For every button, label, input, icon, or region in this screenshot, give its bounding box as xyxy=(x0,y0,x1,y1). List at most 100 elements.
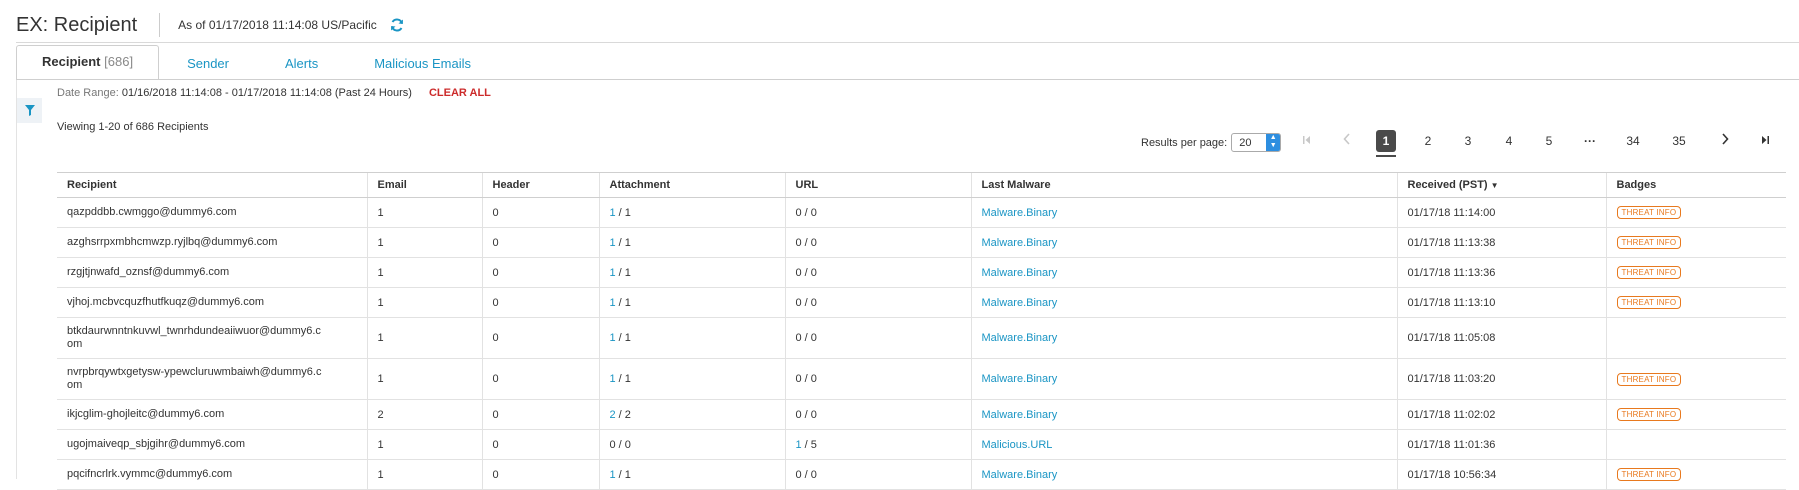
page-header: EX: Recipient As of 01/17/2018 11:14:08 … xyxy=(16,10,405,40)
refresh-icon[interactable] xyxy=(389,17,405,33)
recipient-email: ikjcglim-ghojleitc@dummy6.com xyxy=(67,408,225,420)
page-1[interactable]: 1 xyxy=(1376,130,1396,152)
table-row[interactable]: ikjcglim-ghojleitc@dummy6.com 2 0 2 / 20 / … xyxy=(57,399,1786,430)
cell-header-count: 0 xyxy=(481,227,599,258)
threat-info-badge[interactable]: THREAT INFO xyxy=(1616,296,1682,309)
header-divider-line xyxy=(16,42,1799,43)
recipient-email: nvrpbrqywtxgetysw-ypewcluruwmbaiwh@dummy… xyxy=(67,366,322,391)
page-4[interactable]: 4 xyxy=(1499,130,1519,152)
threat-info-badge[interactable]: THREAT INFO xyxy=(1616,468,1682,481)
cell-recipient: ugojmaiveqp_sbjgihr@dummy6.com xyxy=(57,429,367,460)
malware-link[interactable]: Malware.Binary xyxy=(982,373,1058,385)
page-34[interactable]: 34 xyxy=(1622,130,1644,152)
column-header-badges[interactable]: Badges xyxy=(1605,172,1786,198)
malware-link[interactable]: Malware.Binary xyxy=(982,297,1058,309)
column-header-url[interactable]: URL xyxy=(784,172,971,198)
cell-attachment: 1 / 1 xyxy=(598,227,785,258)
select-stepper-icon: ▲ ▼ xyxy=(1266,134,1281,151)
malware-link[interactable]: Malware.Binary xyxy=(982,237,1058,249)
tab-recipient[interactable]: Recipient [686] xyxy=(16,45,160,80)
table-row[interactable]: rzgjtjnwafd_oznsf@dummy6.com 1 0 1 / 10 / 0… xyxy=(57,257,1786,288)
cell-email-count: 1 xyxy=(366,358,482,400)
threat-info-badge[interactable]: THREAT INFO xyxy=(1616,408,1682,421)
table-row[interactable]: pqcifncrlrk.vymmc@dummy6.com 1 0 1 / 10 / 0… xyxy=(57,459,1786,490)
cell-received: 01/17/18 11:03:20 xyxy=(1396,358,1606,400)
tab-alerts[interactable]: Alerts xyxy=(257,48,346,80)
column-header-received[interactable]: Received (PST) ▼ xyxy=(1396,172,1606,198)
date-range: Date Range: 01/16/2018 11:14:08 - 01/17/… xyxy=(57,87,491,99)
cell-email-count: 1 xyxy=(366,197,482,228)
cell-recipient: qazpddbb.cwmggo@dummy6.com xyxy=(57,197,367,228)
column-header-header[interactable]: Header xyxy=(481,172,599,198)
url-total: / 0 xyxy=(801,408,817,421)
cell-received: 01/17/18 11:13:36 xyxy=(1396,257,1606,288)
table-row[interactable]: qazpddbb.cwmggo@dummy6.com 1 0 1 / 10 / 0 Ma… xyxy=(57,197,1786,228)
tab-sender[interactable]: Sender xyxy=(159,48,257,80)
threat-info-badge[interactable]: THREAT INFO xyxy=(1616,266,1682,279)
url-total: / 0 xyxy=(801,332,817,344)
cell-last-malware: Malware.Binary xyxy=(970,459,1397,490)
results-per-page-value: 20 xyxy=(1239,136,1252,149)
table-row[interactable]: vjhoj.mcbvcquzfhutfkuqz@dummy6.com 1 0 1 / … xyxy=(57,287,1786,318)
malware-link[interactable]: Malicious.URL xyxy=(982,439,1053,451)
cell-recipient: ikjcglim-ghojleitc@dummy6.com xyxy=(57,399,367,430)
sort-desc-icon: ▼ xyxy=(1490,181,1499,190)
tabs-divider-line xyxy=(16,79,1799,80)
malware-link[interactable]: Malware.Binary xyxy=(982,332,1058,344)
filter-icon xyxy=(24,105,35,116)
table-row[interactable]: azghsrrpxmbhcmwzp.ryjlbq@dummy6.com 1 0 1 /… xyxy=(57,227,1786,258)
results-per-page-select[interactable]: 20 ▲ ▼ xyxy=(1231,133,1282,152)
column-header-attachment[interactable]: Attachment xyxy=(598,172,785,198)
attachment-total: / 2 xyxy=(615,408,631,421)
filter-button[interactable] xyxy=(17,98,42,123)
tab-bar: Recipient [686] Sender Alerts Malicious … xyxy=(16,45,499,80)
malware-link[interactable]: Malware.Binary xyxy=(982,267,1058,279)
url-total: / 0 xyxy=(801,266,817,279)
cell-badges xyxy=(1605,429,1786,460)
page-3[interactable]: 3 xyxy=(1458,130,1478,152)
malware-link[interactable]: Malware.Binary xyxy=(982,207,1058,219)
threat-info-badge[interactable]: THREAT INFO xyxy=(1616,206,1682,219)
cell-badges: THREAT INFO xyxy=(1605,399,1786,430)
first-page-icon[interactable] xyxy=(1300,130,1314,152)
threat-info-badge[interactable]: THREAT INFO xyxy=(1616,236,1682,249)
cell-recipient: azghsrrpxmbhcmwzp.ryjlbq@dummy6.com xyxy=(57,227,367,258)
clear-all-link[interactable]: CLEAR ALL xyxy=(429,87,491,99)
results-per-page-label: Results per page: xyxy=(1141,136,1228,149)
cell-attachment: 1 / 1 xyxy=(598,317,785,359)
cell-received: 01/17/18 11:13:10 xyxy=(1396,287,1606,318)
cell-last-malware: Malware.Binary xyxy=(970,317,1397,359)
cell-email-count: 1 xyxy=(366,429,482,460)
date-range-label: Date Range: xyxy=(57,87,119,99)
recipient-email: vjhoj.mcbvcquzfhutfkuqz@dummy6.com xyxy=(67,296,265,308)
tab-malicious-emails[interactable]: Malicious Emails xyxy=(346,48,499,80)
page-5[interactable]: 5 xyxy=(1539,130,1559,152)
attachment-total: / 1 xyxy=(615,296,631,309)
cell-received: 01/17/18 11:02:02 xyxy=(1396,399,1606,430)
attachment-total: / 1 xyxy=(615,236,631,249)
recipient-email: btkdaurwnntnkuvwl_twnrhdundeaiiwuor@dumm… xyxy=(67,325,321,350)
page-2[interactable]: 2 xyxy=(1418,130,1438,152)
column-header-received-label: Received (PST) xyxy=(1407,179,1488,191)
cell-url: 0 / 0 xyxy=(784,227,971,258)
cell-header-count: 0 xyxy=(481,287,599,318)
page-35[interactable]: 35 xyxy=(1668,130,1690,152)
as-of-timestamp: As of 01/17/2018 11:14:08 US/Pacific xyxy=(178,18,377,32)
column-header-recipient[interactable]: Recipient xyxy=(57,172,367,198)
last-page-icon[interactable] xyxy=(1758,130,1772,152)
cell-email-count: 1 xyxy=(366,317,482,359)
table-row[interactable]: ugojmaiveqp_sbjgihr@dummy6.com 1 0 0 / 01 /… xyxy=(57,429,1786,460)
table-row[interactable]: nvrpbrqywtxgetysw-ypewcluruwmbaiwh@dummy… xyxy=(57,358,1786,400)
table-row[interactable]: btkdaurwnntnkuvwl_twnrhdundeaiiwuor@dumm… xyxy=(57,317,1786,359)
cell-url: 0 / 0 xyxy=(784,197,971,228)
cell-badges: THREAT INFO xyxy=(1605,459,1786,490)
column-header-email[interactable]: Email xyxy=(366,172,482,198)
recipient-email: ugojmaiveqp_sbjgihr@dummy6.com xyxy=(67,438,246,450)
prev-page-icon[interactable] xyxy=(1340,130,1354,152)
next-page-icon[interactable] xyxy=(1718,130,1732,152)
cell-recipient: nvrpbrqywtxgetysw-ypewcluruwmbaiwh@dummy… xyxy=(57,358,367,400)
column-header-last-malware[interactable]: Last Malware xyxy=(970,172,1397,198)
cell-recipient: rzgjtjnwafd_oznsf@dummy6.com xyxy=(57,257,367,288)
malware-link[interactable]: Malware.Binary xyxy=(982,409,1058,421)
threat-info-badge[interactable]: THREAT INFO xyxy=(1616,372,1682,386)
